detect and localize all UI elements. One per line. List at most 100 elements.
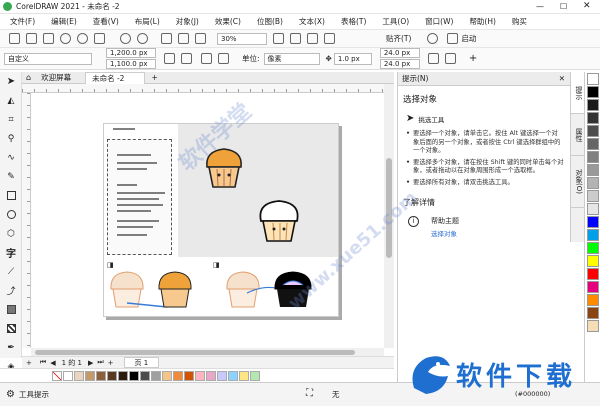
- palette-swatch[interactable]: [586, 73, 599, 85]
- nudge-distance-field[interactable]: 1.0 px: [333, 52, 372, 65]
- gear-icon[interactable]: ⚙: [6, 389, 15, 400]
- palette-swatch[interactable]: [586, 307, 599, 319]
- menu-effects[interactable]: 效果(C): [215, 16, 241, 27]
- prev-page-icon[interactable]: ◀: [50, 359, 55, 367]
- artistic-media-tool[interactable]: ✎: [0, 167, 22, 186]
- transform-icon[interactable]: [444, 53, 456, 64]
- palette-swatch[interactable]: [184, 370, 194, 381]
- palette-swatch[interactable]: [586, 294, 599, 306]
- tab-hints[interactable]: 提示: [571, 72, 584, 114]
- menu-object[interactable]: 对象(J): [176, 16, 199, 27]
- print-icon[interactable]: [94, 33, 105, 44]
- docker-close-icon[interactable]: ✕: [559, 74, 565, 83]
- palette-swatch[interactable]: [586, 268, 599, 280]
- maximize-button[interactable]: ☐: [560, 2, 567, 11]
- crop-tool[interactable]: ⌗: [0, 110, 22, 129]
- palette-swatch[interactable]: [586, 112, 599, 124]
- shape-tool[interactable]: ◭: [0, 91, 22, 110]
- palette-swatch[interactable]: [239, 370, 249, 381]
- minimize-button[interactable]: —: [536, 2, 544, 11]
- horizontal-ruler[interactable]: [22, 84, 384, 93]
- tab-welcome[interactable]: 欢迎屏幕: [35, 72, 77, 84]
- menu-tools[interactable]: 工具(O): [382, 16, 409, 27]
- palette-swatch[interactable]: [85, 370, 95, 381]
- palette-swatch[interactable]: [228, 370, 238, 381]
- menu-view[interactable]: 查看(V): [93, 16, 119, 27]
- pdf-icon[interactable]: [195, 33, 206, 44]
- palette-swatch[interactable]: [586, 99, 599, 111]
- rectangle-tool[interactable]: [0, 186, 22, 205]
- help-topic-link[interactable]: 选择对象: [431, 228, 459, 238]
- palette-swatch[interactable]: [586, 320, 599, 332]
- units-select[interactable]: 像素: [263, 52, 320, 65]
- page-width-field[interactable]: 1,200.0 px: [106, 48, 156, 58]
- landscape-icon[interactable]: [181, 53, 192, 64]
- portrait-icon[interactable]: [164, 53, 175, 64]
- vertical-ruler[interactable]: [22, 93, 31, 348]
- menu-buy[interactable]: 购买: [512, 16, 527, 27]
- connector-tool[interactable]: ⤴: [0, 281, 22, 300]
- palette-swatch[interactable]: [96, 370, 106, 381]
- duplicate-x-field[interactable]: 24.0 px: [379, 48, 420, 58]
- tab-objects[interactable]: 对象(O): [571, 156, 584, 208]
- close-button[interactable]: ✕: [583, 1, 591, 11]
- palette-swatch[interactable]: [586, 125, 599, 137]
- page-height-field[interactable]: 1,100.0 px: [106, 59, 156, 69]
- menu-help[interactable]: 帮助(H): [469, 16, 496, 27]
- menu-layout[interactable]: 布局(L): [135, 16, 160, 27]
- palette-swatch[interactable]: [206, 370, 216, 381]
- save-icon[interactable]: [43, 33, 54, 44]
- palette-swatch[interactable]: [586, 138, 599, 150]
- page-preset-select[interactable]: 自定义: [4, 52, 92, 65]
- parallel-dimension-tool[interactable]: ⟋: [0, 262, 22, 281]
- palette-swatch[interactable]: [586, 229, 599, 241]
- palette-swatch[interactable]: [586, 242, 599, 254]
- duplicate-y-field[interactable]: 24.0 px: [379, 59, 420, 69]
- palette-swatch[interactable]: [195, 370, 205, 381]
- no-color-swatch[interactable]: [52, 370, 62, 381]
- palette-swatch[interactable]: [250, 370, 260, 381]
- new-document-icon[interactable]: [9, 33, 20, 44]
- palette-swatch[interactable]: [63, 370, 73, 381]
- menu-file[interactable]: 文件(F): [10, 16, 35, 27]
- first-page-icon[interactable]: ⏮: [40, 358, 46, 367]
- show-guides-icon[interactable]: [324, 33, 335, 44]
- current-page-icon[interactable]: [218, 53, 229, 64]
- show-grid-icon[interactable]: [307, 33, 318, 44]
- export-icon[interactable]: [178, 33, 189, 44]
- polygon-tool[interactable]: ⬡: [0, 224, 22, 243]
- menu-edit[interactable]: 编辑(E): [51, 16, 77, 27]
- launch-app-icon[interactable]: [447, 33, 459, 44]
- next-page-icon[interactable]: ▶: [88, 359, 93, 367]
- add-page-icon[interactable]: +: [26, 359, 32, 367]
- menu-bitmaps[interactable]: 位图(B): [257, 16, 283, 27]
- add-icon[interactable]: +: [469, 53, 477, 64]
- cloud-download-icon[interactable]: [60, 33, 71, 44]
- tab-document[interactable]: 未命名 -2: [85, 71, 146, 84]
- palette-swatch[interactable]: [586, 203, 599, 215]
- palette-swatch[interactable]: [586, 86, 599, 98]
- redo-icon[interactable]: [137, 33, 148, 44]
- zoom-tool[interactable]: ⚲: [0, 129, 22, 148]
- cloud-upload-icon[interactable]: [77, 33, 88, 44]
- palette-swatch[interactable]: [140, 370, 150, 381]
- palette-swatch[interactable]: [586, 164, 599, 176]
- freehand-tool[interactable]: ∿: [0, 148, 22, 167]
- horizontal-scroll-thumb[interactable]: [35, 350, 355, 355]
- undo-icon[interactable]: [120, 33, 131, 44]
- palette-swatch[interactable]: [118, 370, 128, 381]
- palette-swatch[interactable]: [173, 370, 183, 381]
- all-pages-icon[interactable]: [201, 53, 212, 64]
- settings-icon[interactable]: [427, 53, 439, 64]
- tab-properties[interactable]: 属性: [571, 114, 584, 156]
- menu-window[interactable]: 窗口(W): [425, 16, 453, 27]
- pick-tool[interactable]: ➤: [0, 72, 22, 91]
- menu-table[interactable]: 表格(T): [341, 16, 366, 27]
- show-rulers-icon[interactable]: [290, 33, 301, 44]
- palette-swatch[interactable]: [586, 255, 599, 267]
- import-icon[interactable]: [161, 33, 172, 44]
- palette-swatch[interactable]: [586, 190, 599, 202]
- ellipse-tool[interactable]: [0, 205, 22, 224]
- transparency-tool[interactable]: [0, 319, 22, 338]
- page-tab[interactable]: 页 1: [123, 357, 160, 368]
